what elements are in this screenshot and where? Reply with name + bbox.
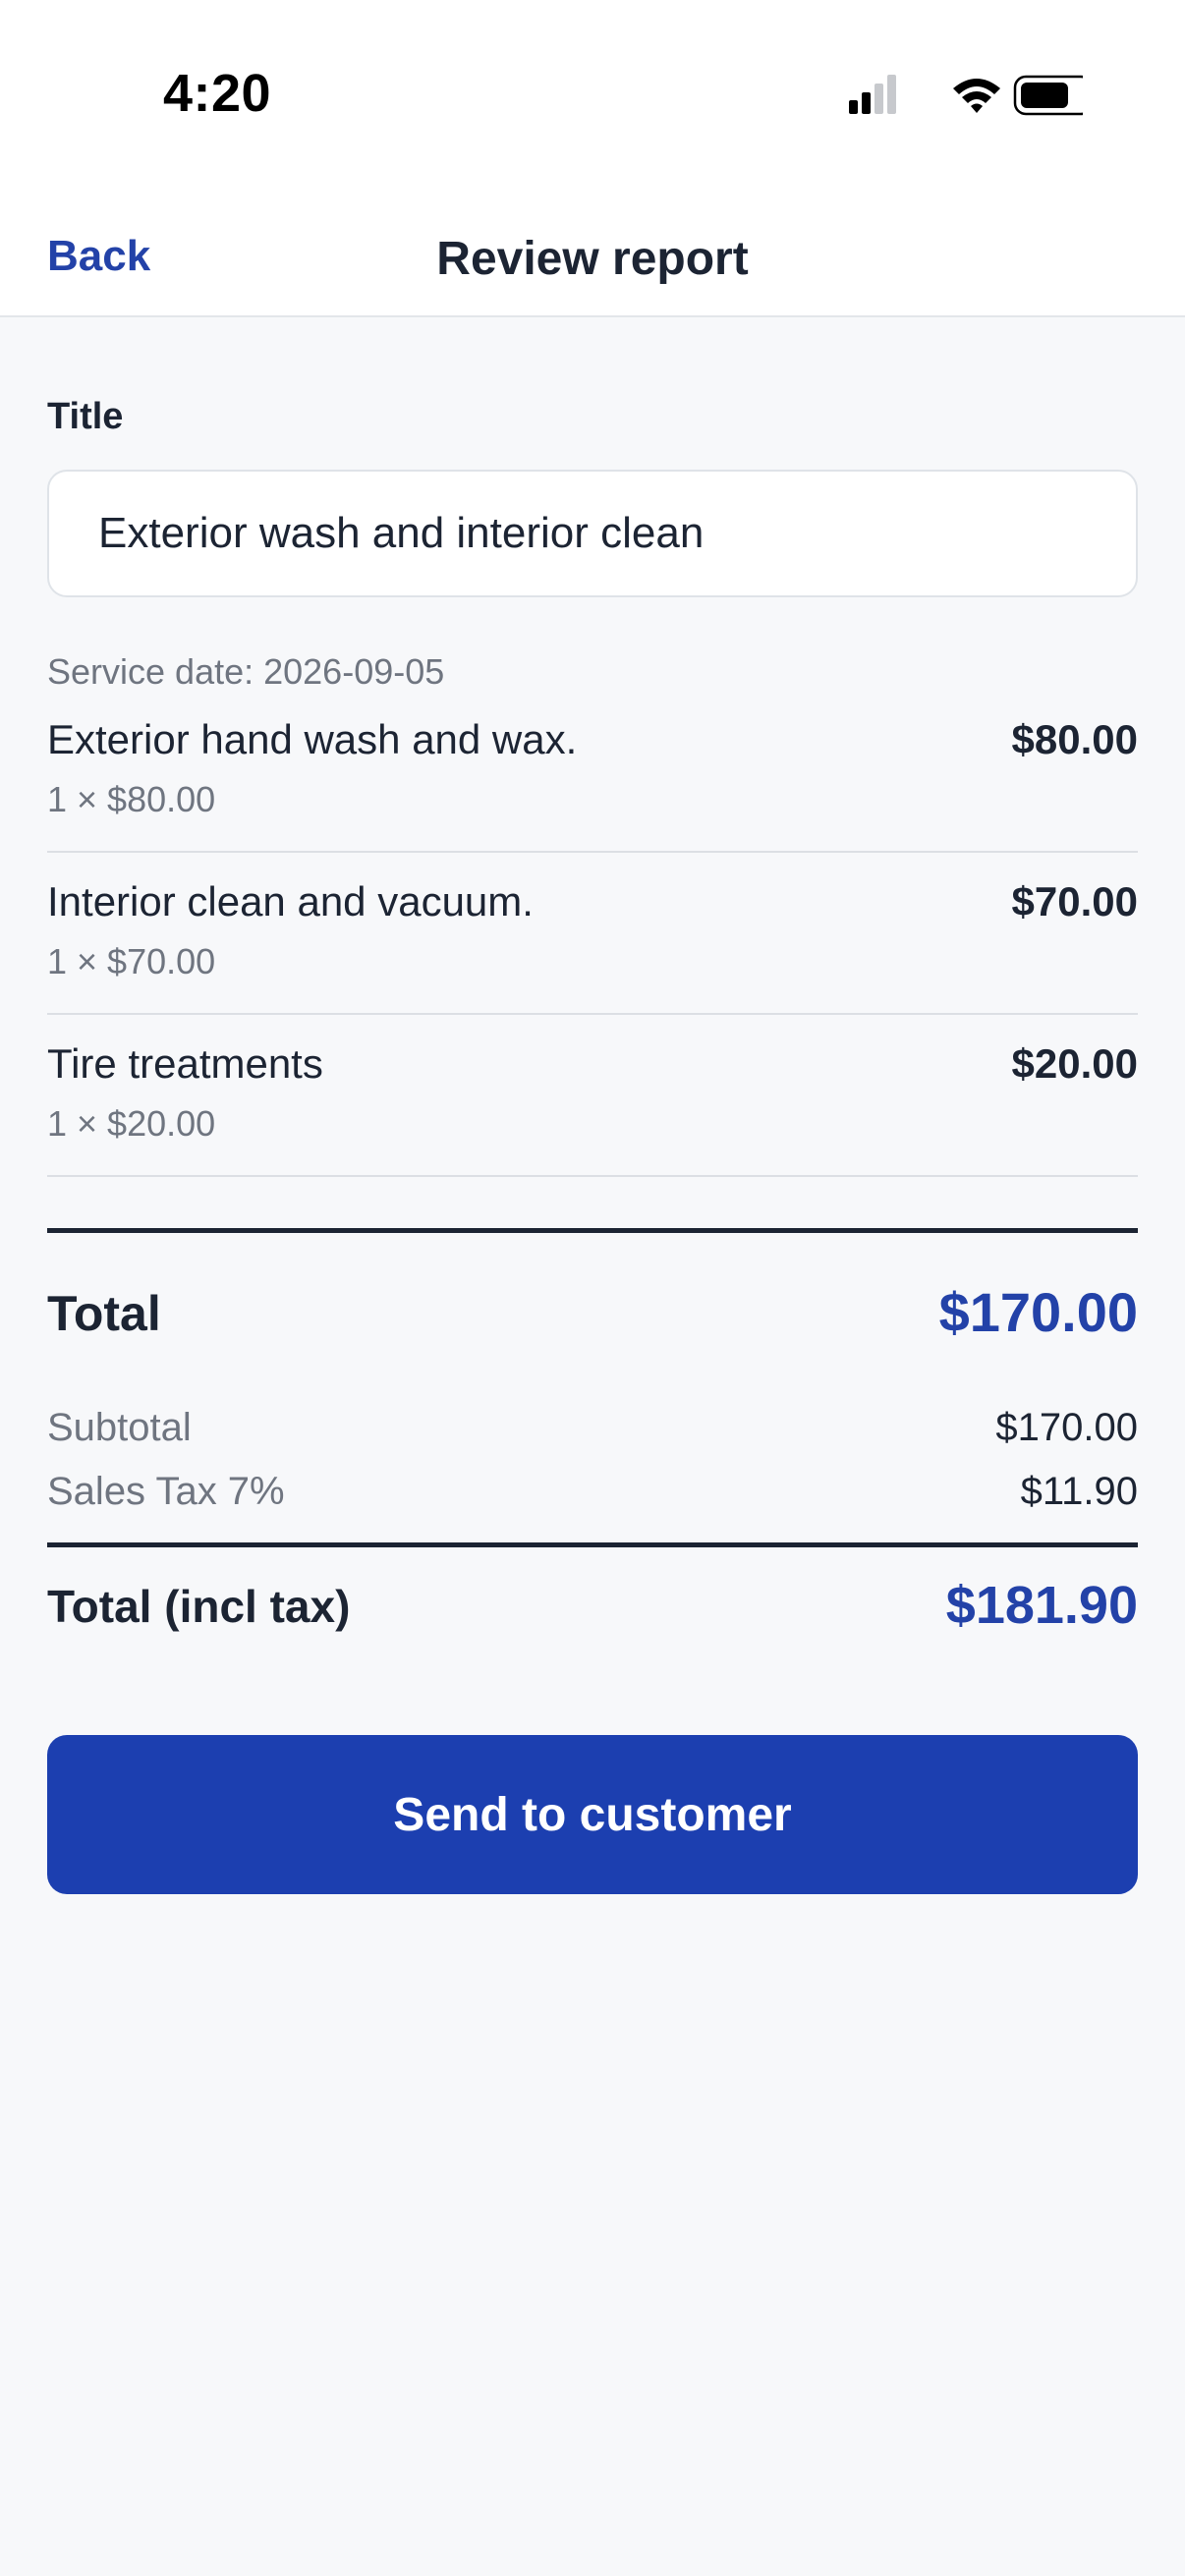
- totals-divider: [47, 1228, 1138, 1233]
- total-label: Total: [47, 1286, 161, 1341]
- grand-total-value: $181.90: [945, 1576, 1138, 1635]
- service-date: Service date: 2026-09-05: [47, 651, 445, 692]
- total-value: $170.00: [938, 1281, 1138, 1343]
- line-item-detail: 1 × $80.00: [47, 779, 216, 819]
- tax-label: Sales Tax 7%: [47, 1470, 285, 1513]
- header: 4:20 Back Review report: [0, 0, 1185, 317]
- line-item-name: Interior clean and vacuum.: [47, 878, 534, 924]
- cellular-signal-icon: [849, 75, 896, 114]
- send-to-customer-button[interactable]: Send to customer: [47, 1735, 1138, 1894]
- line-item-amount: $20.00: [1011, 1040, 1138, 1087]
- grand-total-label: Total (incl tax): [47, 1581, 351, 1632]
- line-item: Exterior hand wash and wax. $80.00 1 × $…: [47, 691, 1138, 853]
- line-item-name: Exterior hand wash and wax.: [47, 716, 578, 762]
- line-item-detail: 1 × $70.00: [47, 941, 216, 981]
- tax-value: $11.90: [1020, 1470, 1138, 1513]
- status-icons: [849, 75, 1083, 116]
- line-item: Tire treatments $20.00 1 × $20.00: [47, 1015, 1138, 1177]
- page-title: Review report: [436, 233, 749, 285]
- subtotal-value: $170.00: [995, 1406, 1138, 1449]
- line-item-amount: $80.00: [1011, 716, 1138, 762]
- line-item-detail: 1 × $20.00: [47, 1103, 216, 1144]
- title-label: Title: [47, 396, 124, 437]
- battery-icon: [1013, 75, 1083, 116]
- line-item-name: Tire treatments: [47, 1040, 323, 1087]
- subtotal-label: Subtotal: [47, 1406, 192, 1449]
- status-time: 4:20: [163, 64, 272, 123]
- wifi-icon: [953, 79, 1000, 113]
- line-item: Interior clean and vacuum. $70.00 1 × $7…: [47, 853, 1138, 1015]
- title-input[interactable]: [47, 470, 1138, 597]
- grand-total-divider: [47, 1542, 1138, 1547]
- line-item-amount: $70.00: [1011, 878, 1138, 924]
